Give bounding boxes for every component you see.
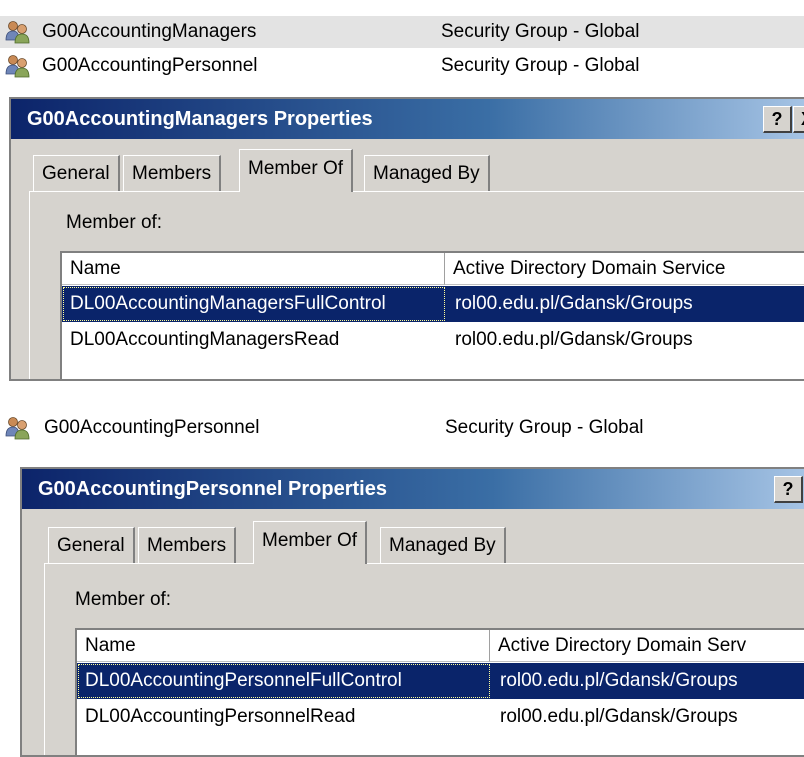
dialog-title: G00AccountingManagers Properties [27,108,373,130]
group-icon [5,55,30,78]
column-header-name[interactable]: Name [77,630,490,662]
help-button[interactable]: ? [774,476,803,503]
dialog-title: G00AccountingPersonnel Properties [38,478,387,500]
properties-dialog: G00AccountingManagers Properties ? X Gen… [9,97,804,381]
ad-list-row[interactable]: G00AccountingPersonnel Security Group - … [0,50,804,82]
member-of-list[interactable]: Name Active Directory Domain Service DL0… [60,251,804,379]
list-item[interactable]: DL00AccountingPersonnelFullControl rol00… [77,663,804,699]
tab-member-of[interactable]: Member Of [239,149,354,192]
tab-general[interactable]: General [48,527,135,564]
close-button[interactable]: X [793,106,804,133]
group-path: rol00.edu.pl/Gdansk/Groups [500,670,738,691]
tab-members[interactable]: Members [138,527,237,564]
title-bar: G00AccountingPersonnel Properties ? X [22,469,804,509]
properties-dialog: G00AccountingPersonnel Properties ? X Ge… [20,467,804,757]
group-name: DL00AccountingPersonnelFullControl [85,670,402,691]
tab-member-of[interactable]: Member Of [253,521,368,564]
help-button[interactable]: ? [763,106,792,133]
tab-managed-by[interactable]: Managed By [364,155,490,192]
member-of-label: Member of: [75,589,172,610]
group-name: DL00AccountingManagersFullControl [70,293,386,314]
group-path: rol00.edu.pl/Gdansk/Groups [455,293,693,314]
member-of-label: Member of: [66,212,163,233]
list-item[interactable]: DL00AccountingManagersFullControl rol00.… [62,286,804,322]
group-icon [5,417,30,440]
group-path: rol00.edu.pl/Gdansk/Groups [455,329,693,350]
group-type: Security Group - Global [441,55,640,76]
tab-general[interactable]: General [33,155,120,192]
title-bar: G00AccountingManagers Properties ? X [11,99,804,139]
ad-list-row[interactable]: G00AccountingPersonnel Security Group - … [0,412,804,444]
column-header-ad-service[interactable]: Active Directory Domain Serv [490,630,804,662]
column-header-ad-service[interactable]: Active Directory Domain Service [445,253,804,285]
group-name: DL00AccountingPersonnelRead [85,706,356,727]
tab-panel: Member of: Name Active Directory Domain … [29,191,804,379]
group-type: Security Group - Global [441,21,640,42]
list-item[interactable]: DL00AccountingPersonnelRead rol00.edu.pl… [77,699,804,735]
group-name: G00AccountingPersonnel [44,417,260,438]
member-of-list[interactable]: Name Active Directory Domain Serv DL00Ac… [75,628,804,755]
group-icon [5,21,30,44]
list-item[interactable]: DL00AccountingManagersRead rol00.edu.pl/… [62,322,804,358]
group-name: G00AccountingPersonnel [42,55,258,76]
group-type: Security Group - Global [445,417,644,438]
group-name: G00AccountingManagers [42,21,257,42]
group-name: DL00AccountingManagersRead [70,329,340,350]
group-path: rol00.edu.pl/Gdansk/Groups [500,706,738,727]
tab-members[interactable]: Members [123,155,222,192]
tab-panel: Member of: Name Active Directory Domain … [44,563,804,755]
column-header-name[interactable]: Name [62,253,445,285]
ad-list-row[interactable]: G00AccountingManagers Security Group - G… [0,16,804,48]
tab-managed-by[interactable]: Managed By [380,527,506,564]
